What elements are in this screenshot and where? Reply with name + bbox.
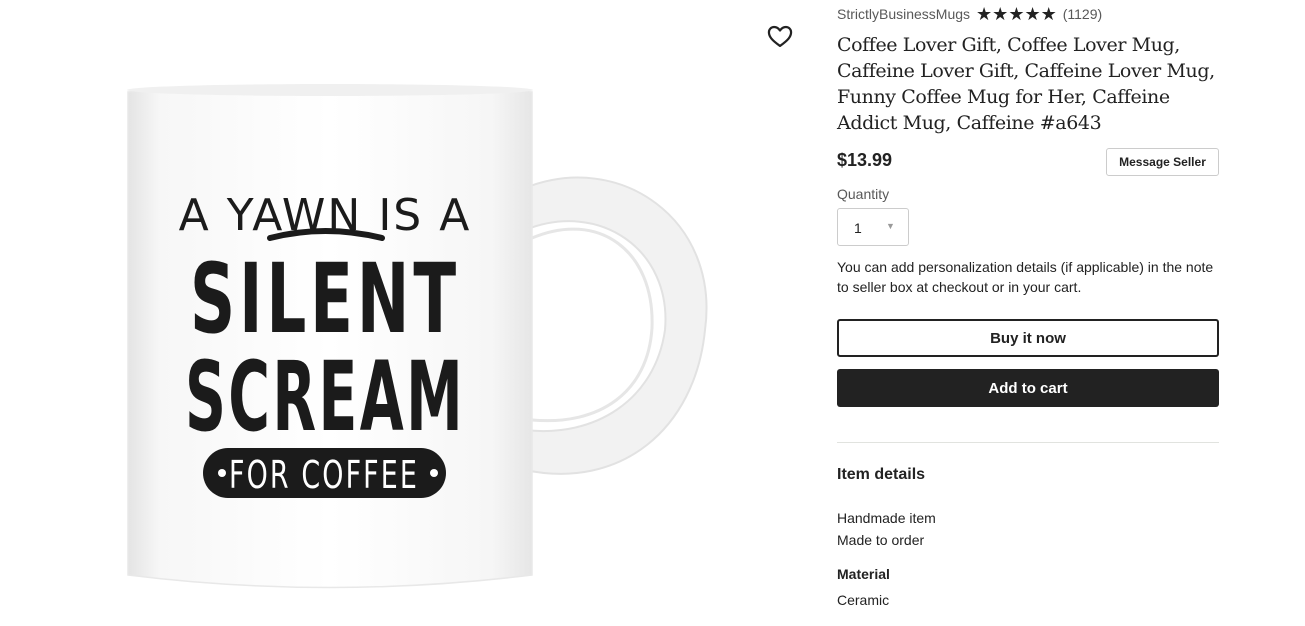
quantity-select[interactable]: 1 ▼ xyxy=(837,208,909,246)
mug-slogan-line4: FOR COFFEE xyxy=(229,453,419,497)
shop-name-link[interactable]: StrictlyBusinessMugs xyxy=(837,6,970,22)
product-image-area: A YAWN IS A SILENT SCREAM FOR COFFEE xyxy=(0,0,820,626)
shop-info: StrictlyBusinessMugs ★★★★★ (1129) xyxy=(837,5,1102,23)
caret-down-icon: ▼ xyxy=(886,221,895,231)
add-to-cart-button[interactable]: Add to cart xyxy=(837,369,1219,407)
detail-handmade: Handmade item xyxy=(837,510,936,526)
rating-stars-icon[interactable]: ★★★★★ xyxy=(976,5,1057,23)
favorite-button[interactable] xyxy=(766,22,794,50)
listing-title: Coffee Lover Gift, Coffee Lover Mug, Caf… xyxy=(837,34,1215,134)
buy-now-button[interactable]: Buy it now xyxy=(837,319,1219,357)
material-label: Material xyxy=(837,566,890,582)
quantity-label: Quantity xyxy=(837,186,890,202)
review-count[interactable]: (1129) xyxy=(1063,6,1102,22)
mug-image: A YAWN IS A SILENT SCREAM FOR COFFEE xyxy=(127,84,708,589)
mug-slogan-line3: SCREAM xyxy=(185,341,465,453)
message-seller-button[interactable]: Message Seller xyxy=(1106,148,1219,176)
personalization-note: You can add personalization details (if … xyxy=(837,259,1214,295)
detail-made-to-order: Made to order xyxy=(837,532,925,548)
quantity-selected-value: 1 xyxy=(854,220,862,236)
section-divider xyxy=(837,442,1219,443)
heart-outline-icon xyxy=(767,25,793,48)
item-details-heading: Item details xyxy=(837,466,926,483)
listing-price: $13.99 xyxy=(837,150,893,170)
mug-slogan: A YAWN IS A SILENT SCREAM FOR COFFEE xyxy=(179,190,469,498)
material-value: Ceramic xyxy=(837,592,890,608)
mug-slogan-line2: SILENT xyxy=(190,243,460,355)
